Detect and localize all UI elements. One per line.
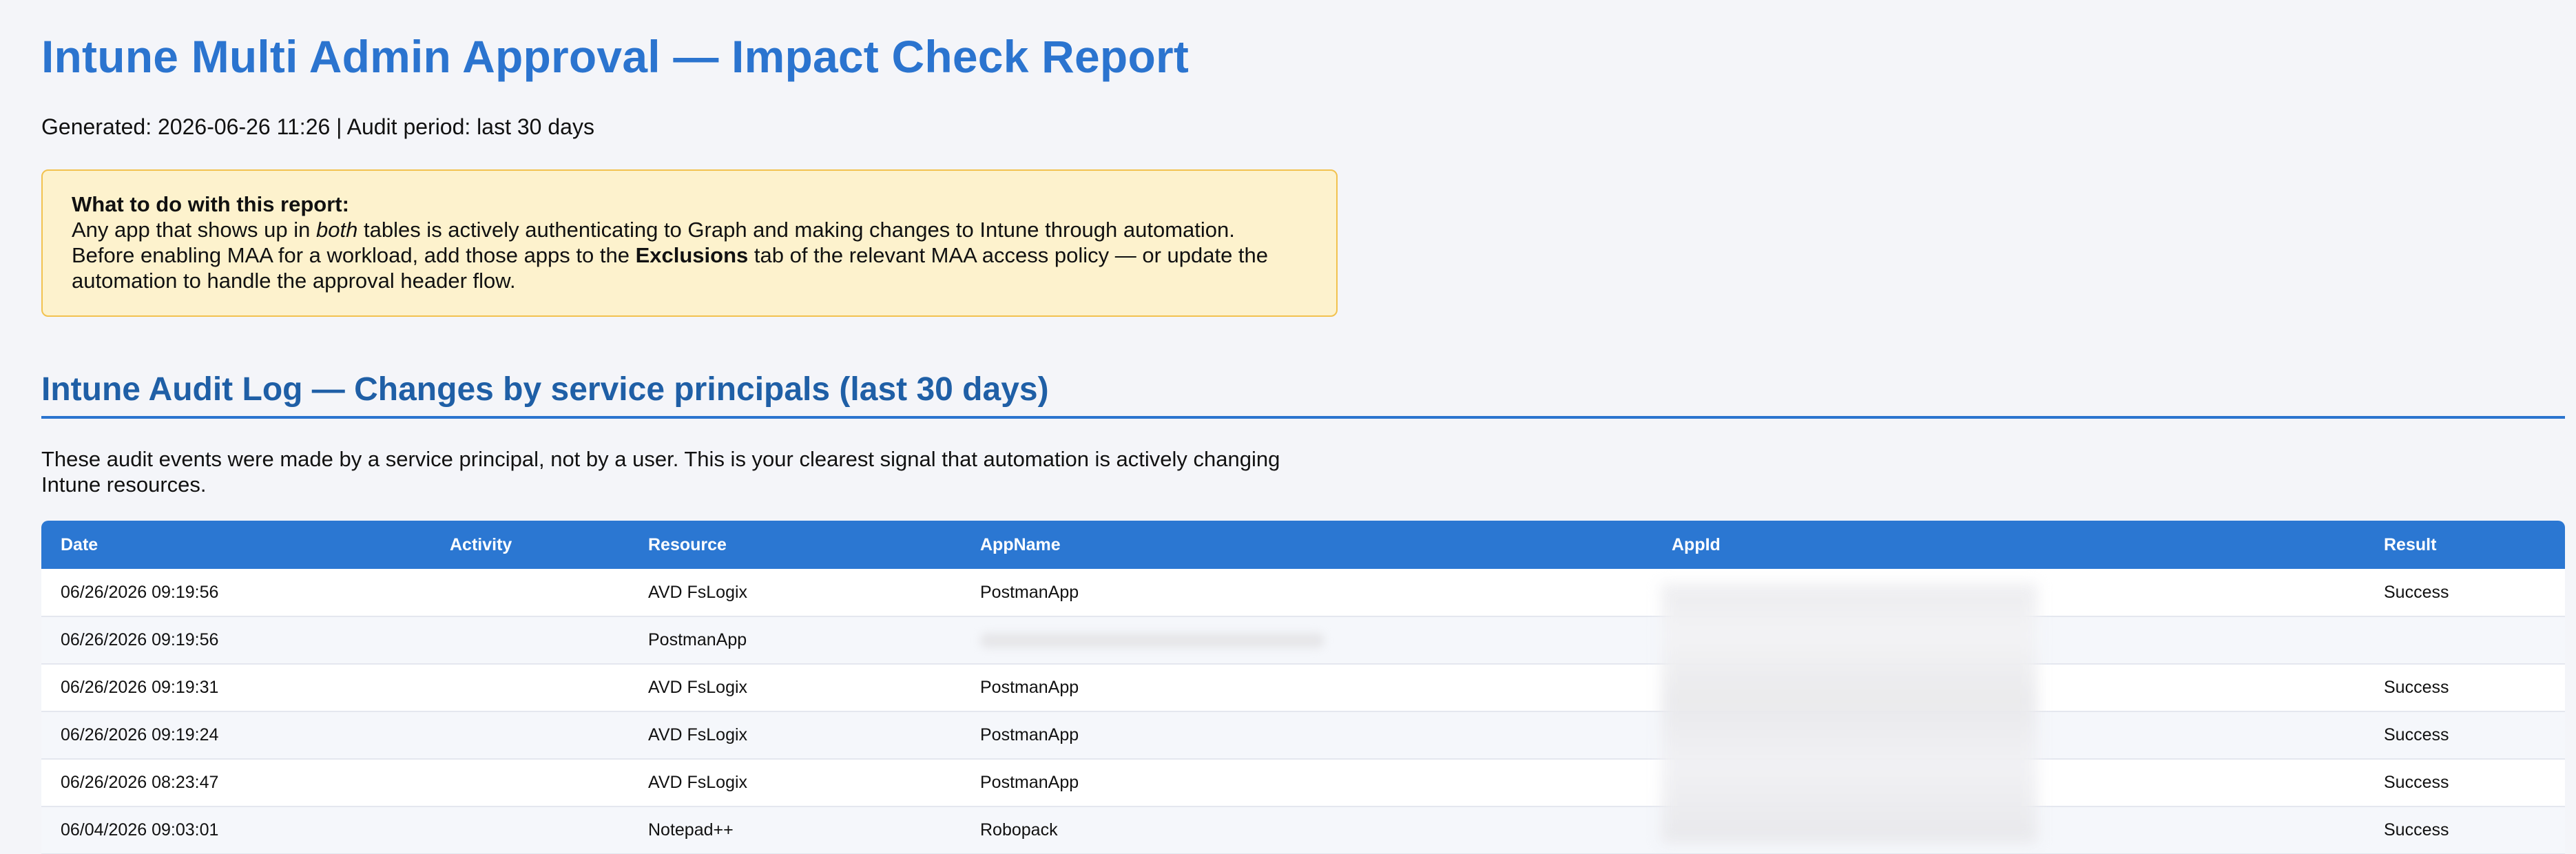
table-row: 06/04/2026 09:03:01 Notepad++ Robopack S… bbox=[41, 806, 2565, 854]
cell-result: Success bbox=[2365, 569, 2565, 617]
cell-appname-redacted bbox=[961, 616, 1652, 665]
redacted-text-block bbox=[980, 633, 1325, 649]
cell-result: Success bbox=[2365, 711, 2565, 760]
column-header-appname[interactable]: AppName bbox=[961, 521, 1652, 569]
cell-resource: AVD FsLogix bbox=[629, 759, 961, 807]
cell-result: Success bbox=[2365, 664, 2565, 712]
cell-appname: PostmanApp bbox=[961, 711, 1652, 760]
redacted-appid-overlay bbox=[1661, 584, 2037, 843]
instructions-callout: What to do with this report: Any app tha… bbox=[41, 169, 1338, 317]
cell-appname: PostmanApp bbox=[961, 569, 1652, 617]
table-row: 06/26/2026 09:19:31 AVD FsLogix PostmanA… bbox=[41, 664, 2565, 712]
callout-line-1-post: tables is actively authenticating to Gra… bbox=[357, 218, 1235, 242]
column-header-result[interactable]: Result bbox=[2365, 521, 2565, 569]
audit-table-container: Date Activity Resource AppName AppId Res… bbox=[41, 521, 2565, 854]
cell-appname: PostmanApp bbox=[961, 664, 1652, 712]
cell-result: Success bbox=[2365, 806, 2565, 854]
cell-date: 06/04/2026 09:03:01 bbox=[41, 806, 430, 854]
cell-activity bbox=[430, 711, 629, 760]
audit-section-title: Intune Audit Log — Changes by service pr… bbox=[41, 371, 1049, 408]
column-header-activity[interactable]: Activity bbox=[430, 521, 629, 569]
page-title: Intune Multi Admin Approval — Impact Che… bbox=[41, 31, 1190, 82]
callout-line-1: Any app that shows up in both tables is … bbox=[72, 217, 1307, 242]
cell-resource: Notepad++ bbox=[629, 806, 961, 854]
cell-appname: PostmanApp bbox=[961, 759, 1652, 807]
cell-resource: AVD FsLogix bbox=[629, 711, 961, 760]
cell-activity bbox=[430, 806, 629, 854]
callout-line-2-strong: Exclusions bbox=[635, 243, 749, 267]
table-row: 06/26/2026 09:19:56 AVD FsLogix PostmanA… bbox=[41, 569, 2565, 617]
cell-activity bbox=[430, 616, 629, 665]
cell-date: 06/26/2026 09:19:24 bbox=[41, 711, 430, 760]
cell-activity bbox=[430, 664, 629, 712]
column-header-resource[interactable]: Resource bbox=[629, 521, 961, 569]
section-divider bbox=[41, 416, 2565, 419]
cell-resource: AVD FsLogix bbox=[629, 569, 961, 617]
table-row: 06/26/2026 09:19:56 PostmanApp bbox=[41, 616, 2565, 665]
column-header-date[interactable]: Date bbox=[41, 521, 430, 569]
table-row: 06/26/2026 09:19:24 AVD FsLogix PostmanA… bbox=[41, 711, 2565, 760]
report-page: Intune Multi Admin Approval — Impact Che… bbox=[0, 0, 2576, 854]
generated-info: Generated: 2026-06-26 11:26 | Audit peri… bbox=[41, 114, 594, 139]
callout-line-2-pre: Before enabling MAA for a workload, add … bbox=[72, 243, 636, 267]
cell-date: 06/26/2026 09:19:56 bbox=[41, 569, 430, 617]
cell-activity bbox=[430, 569, 629, 617]
cell-resource: PostmanApp bbox=[629, 616, 961, 665]
column-header-appid[interactable]: AppId bbox=[1652, 521, 2365, 569]
cell-result bbox=[2365, 616, 2565, 665]
cell-activity bbox=[430, 759, 629, 807]
table-header-row: Date Activity Resource AppName AppId Res… bbox=[41, 521, 2565, 569]
callout-line-1-pre: Any app that shows up in bbox=[72, 218, 317, 242]
cell-result: Success bbox=[2365, 759, 2565, 807]
cell-resource: AVD FsLogix bbox=[629, 664, 961, 712]
callout-line-1-emphasis: both bbox=[316, 218, 358, 242]
cell-date: 06/26/2026 08:23:47 bbox=[41, 759, 430, 807]
callout-line-2: Before enabling MAA for a workload, add … bbox=[72, 242, 1307, 293]
audit-table: Date Activity Resource AppName AppId Res… bbox=[41, 521, 2565, 854]
cell-date: 06/26/2026 09:19:31 bbox=[41, 664, 430, 712]
callout-title: What to do with this report: bbox=[72, 192, 349, 216]
audit-section-description: These audit events were made by a servic… bbox=[41, 447, 1280, 497]
cell-appname: Robopack bbox=[961, 806, 1652, 854]
table-row: 06/26/2026 08:23:47 AVD FsLogix PostmanA… bbox=[41, 759, 2565, 807]
cell-date: 06/26/2026 09:19:56 bbox=[41, 616, 430, 665]
